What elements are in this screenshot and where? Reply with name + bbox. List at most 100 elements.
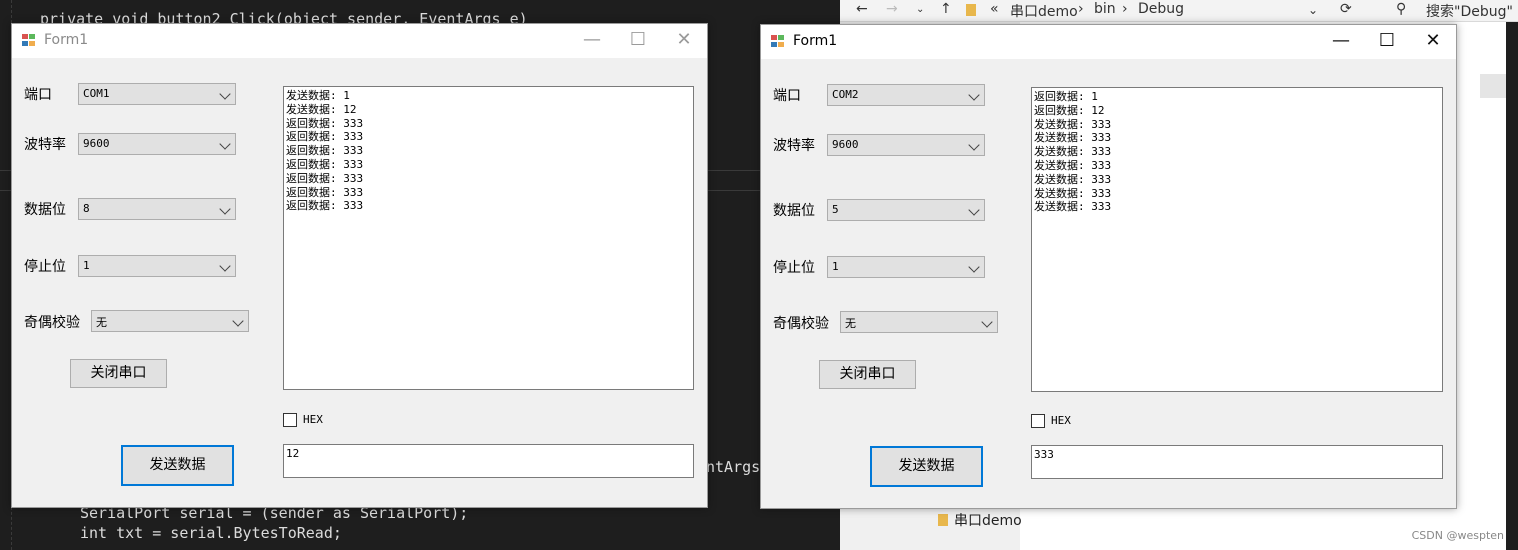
form-window-2: Form1 — ☐ ✕ 端口 COM2 波特率 9600 数据位 5 停止位 1… bbox=[760, 24, 1457, 509]
log-textbox[interactable]: 返回数据: 1 返回数据: 12 发送数据: 333 发送数据: 333 发送数… bbox=[1031, 87, 1443, 392]
databits-label: 数据位 bbox=[24, 202, 66, 218]
stopbits-select-value: 1 bbox=[832, 260, 839, 273]
databits-select-value: 8 bbox=[83, 202, 90, 215]
send-input[interactable]: 12 bbox=[283, 444, 694, 478]
hex-checkbox[interactable] bbox=[283, 413, 297, 427]
baud-label: 波特率 bbox=[24, 137, 66, 153]
folder-icon bbox=[966, 4, 976, 16]
code-line: ntArgs bbox=[706, 458, 761, 476]
baud-select-value: 9600 bbox=[832, 138, 859, 151]
databits-select[interactable]: 8 bbox=[78, 198, 236, 220]
search-input[interactable]: 搜索"Debug" bbox=[1426, 1, 1513, 21]
port-select[interactable]: COM1 bbox=[78, 83, 236, 105]
send-data-button[interactable]: 发送数据 bbox=[121, 445, 234, 486]
path-prefix: « bbox=[990, 1, 999, 17]
log-line: 发送数据: 333 bbox=[1034, 131, 1112, 145]
app-icon bbox=[22, 34, 36, 47]
path-segment[interactable]: Debug bbox=[1138, 1, 1184, 17]
hex-checkbox-label: HEX bbox=[303, 413, 323, 426]
chevron-down-icon bbox=[981, 316, 993, 328]
chevron-down-icon bbox=[219, 138, 231, 150]
parity-label: 奇偶校验 bbox=[773, 316, 829, 332]
watermark: CSDN @wespten bbox=[1411, 529, 1504, 542]
log-line: 发送数据: 333 bbox=[1034, 158, 1112, 172]
hex-checkbox[interactable] bbox=[1031, 414, 1045, 428]
parity-label: 奇偶校验 bbox=[24, 315, 80, 331]
path-separator: › bbox=[1078, 1, 1084, 17]
code-line: int txt = serial.BytesToRead; bbox=[80, 524, 342, 542]
path-separator: › bbox=[1122, 1, 1128, 17]
chevron-down-icon bbox=[219, 88, 231, 100]
baud-select-value: 9600 bbox=[83, 137, 110, 150]
port-select[interactable]: COM2 bbox=[827, 84, 985, 106]
databits-label: 数据位 bbox=[773, 203, 815, 219]
log-line: 返回数据: 333 bbox=[286, 199, 364, 213]
port-select-value: COM2 bbox=[832, 88, 859, 101]
chevron-down-icon bbox=[219, 203, 231, 215]
form-window-1: Form1 — ☐ ✕ 端口 COM1 波特率 9600 数据位 8 停止位 1… bbox=[11, 23, 708, 508]
title-bar[interactable]: Form1 — ☐ ✕ bbox=[761, 25, 1456, 59]
stopbits-select[interactable]: 1 bbox=[78, 255, 236, 277]
folder-icon bbox=[938, 514, 948, 526]
port-select-value: COM1 bbox=[83, 87, 110, 100]
close-port-button[interactable]: 关闭串口 bbox=[819, 360, 916, 389]
log-textbox[interactable]: 发送数据: 1 发送数据: 12 返回数据: 333 返回数据: 333 返回数… bbox=[283, 86, 694, 390]
stopbits-label: 停止位 bbox=[24, 259, 66, 275]
port-label: 端口 bbox=[773, 88, 801, 104]
refresh-icon[interactable]: ⟳ bbox=[1340, 1, 1352, 17]
stopbits-select-value: 1 bbox=[83, 259, 90, 272]
baud-label: 波特率 bbox=[773, 138, 815, 154]
port-label: 端口 bbox=[24, 87, 52, 103]
close-button[interactable]: ✕ bbox=[661, 24, 707, 58]
search-icon: ⚲ bbox=[1396, 1, 1407, 17]
log-line: 发送数据: 1 bbox=[286, 89, 350, 102]
path-segment[interactable]: bin bbox=[1094, 1, 1116, 17]
forward-icon[interactable]: → bbox=[886, 1, 898, 17]
nav-item-folder[interactable]: 串口demo bbox=[938, 510, 1022, 530]
chevron-down-icon bbox=[968, 261, 980, 273]
minimize-button[interactable]: — bbox=[569, 24, 615, 58]
parity-select[interactable]: 无 bbox=[91, 310, 249, 332]
chevron-down-icon[interactable]: ⌄ bbox=[916, 4, 924, 15]
log-line: 发送数据: 333 bbox=[1034, 145, 1112, 159]
stopbits-select[interactable]: 1 bbox=[827, 256, 985, 278]
up-icon[interactable]: ↑ bbox=[940, 1, 952, 17]
parity-select[interactable]: 无 bbox=[840, 311, 998, 333]
chevron-down-icon bbox=[232, 315, 244, 327]
databits-select-value: 5 bbox=[832, 203, 839, 216]
log-line: 发送数据: 333 bbox=[1034, 186, 1112, 200]
window-title: Form1 bbox=[793, 33, 838, 49]
send-data-button[interactable]: 发送数据 bbox=[870, 446, 983, 487]
explorer-address-bar: ← → ⌄ ↑ « 串口demo › bin › Debug ⌄ ⟳ ⚲ 搜索"… bbox=[840, 0, 1518, 22]
baud-select[interactable]: 9600 bbox=[827, 134, 985, 156]
minimize-button[interactable]: — bbox=[1318, 25, 1364, 59]
path-segment[interactable]: 串口demo bbox=[1010, 1, 1078, 21]
log-line: 返回数据: 333 bbox=[286, 157, 364, 171]
log-line: 发送数据: 333 bbox=[1034, 172, 1112, 186]
log-line: 发送数据: 12 bbox=[286, 102, 357, 116]
log-line: 返回数据: 333 bbox=[286, 171, 364, 185]
chevron-down-icon[interactable]: ⌄ bbox=[1308, 3, 1318, 17]
databits-select[interactable]: 5 bbox=[827, 199, 985, 221]
maximize-button[interactable]: ☐ bbox=[1364, 25, 1410, 59]
log-line: 返回数据: 333 bbox=[286, 116, 364, 130]
send-input[interactable]: 333 bbox=[1031, 445, 1443, 479]
send-input-value: 12 bbox=[286, 447, 300, 460]
explorer-edge bbox=[1506, 22, 1518, 550]
stopbits-label: 停止位 bbox=[773, 260, 815, 276]
log-line: 返回数据: 333 bbox=[286, 144, 364, 158]
baud-select[interactable]: 9600 bbox=[78, 133, 236, 155]
log-line: 返回数据: 12 bbox=[1034, 103, 1105, 117]
back-icon[interactable]: ← bbox=[856, 1, 868, 17]
log-line: 发送数据: 333 bbox=[1034, 117, 1112, 131]
window-title: Form1 bbox=[44, 32, 89, 48]
title-bar[interactable]: Form1 — ☐ ✕ bbox=[12, 24, 707, 58]
log-line: 返回数据: 1 bbox=[1034, 90, 1098, 103]
close-button[interactable]: ✕ bbox=[1410, 25, 1456, 59]
maximize-button[interactable]: ☐ bbox=[615, 24, 661, 58]
log-line: 返回数据: 333 bbox=[286, 185, 364, 199]
chevron-down-icon bbox=[968, 204, 980, 216]
close-port-button[interactable]: 关闭串口 bbox=[70, 359, 167, 388]
parity-select-value: 无 bbox=[845, 317, 856, 330]
log-line: 返回数据: 333 bbox=[286, 130, 364, 144]
